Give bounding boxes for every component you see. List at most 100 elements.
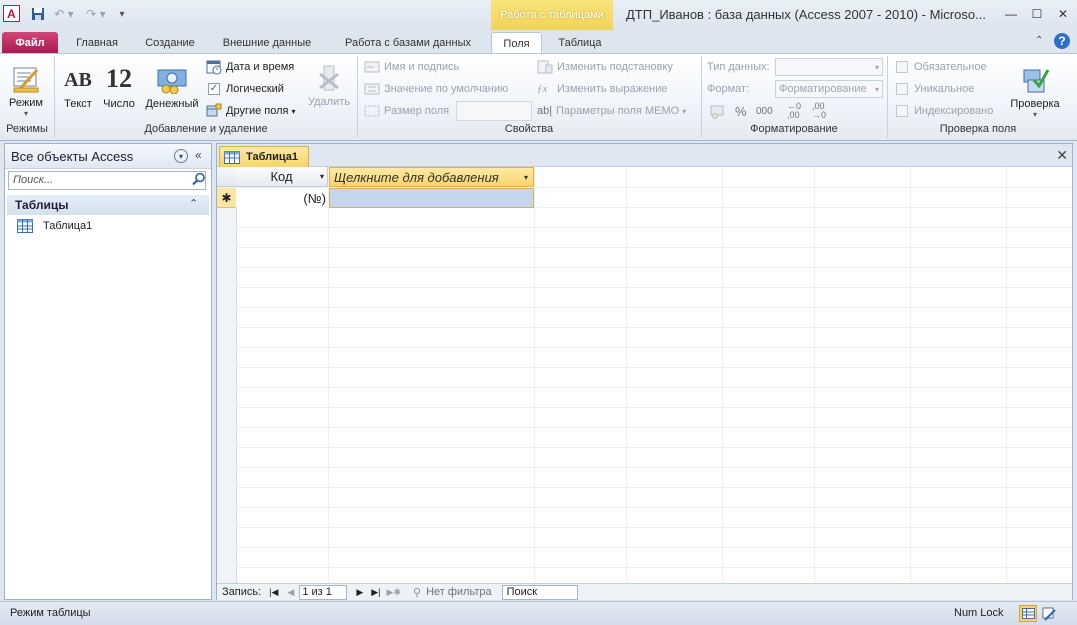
checkbox-icon — [896, 105, 908, 117]
grid-line — [217, 247, 1072, 248]
format-combo[interactable]: Форматирование ▾ — [775, 80, 883, 98]
new-record-add-cell[interactable] — [329, 188, 534, 208]
first-record-icon[interactable]: |◀ — [269, 587, 278, 598]
window-title: ДТП_Иванов : база данных (Access 2007 - … — [626, 7, 986, 22]
tab-file[interactable]: Файл — [2, 32, 58, 54]
table-icon — [17, 219, 33, 233]
datasheet-view-icon[interactable] — [1019, 605, 1037, 622]
field-size-label: Размер поля — [384, 105, 450, 117]
chevron-down-icon[interactable]: ▾ — [524, 173, 528, 182]
nav-section-tables[interactable]: Таблицы — [7, 195, 209, 215]
data-type-combo[interactable]: ▾ — [775, 58, 883, 76]
ribbon-minimize-icon[interactable]: ⌃ — [1035, 35, 1043, 46]
collapse-section-icon[interactable]: ⌃ — [189, 197, 198, 210]
add-currency-field-button[interactable]: Денежный — [140, 56, 204, 110]
design-view-icon[interactable] — [1041, 606, 1057, 622]
unique-checkbox[interactable]: Уникальное — [896, 79, 974, 99]
thousands-format-button[interactable]: 000 — [756, 101, 773, 121]
fx-icon: ƒx — [537, 83, 548, 95]
add-text-field-button[interactable]: AB Текст — [60, 60, 96, 110]
name-caption-button[interactable]: Имя и подпись — [364, 57, 459, 77]
grid-line — [217, 387, 1072, 388]
chevron-down-icon: ▾ — [682, 106, 687, 116]
text-field-label: Текст — [64, 98, 92, 110]
grid-line — [217, 487, 1072, 488]
column-header-id[interactable]: Код ▾ — [236, 167, 328, 187]
collapse-pane-icon[interactable]: « — [195, 148, 202, 162]
increase-decimals-icon[interactable]: ←0,00 — [787, 101, 801, 121]
column-header-add-field[interactable]: Щелкните для добавления ▾ — [329, 167, 534, 187]
grid-line — [217, 347, 1072, 348]
tab-create[interactable]: Создание — [136, 32, 204, 54]
add-logical-field-button[interactable]: ✓ Логический — [208, 79, 284, 99]
validation-group-label: Проверка поля — [939, 123, 1017, 135]
default-value-button[interactable]: Значение по умолчанию — [364, 79, 508, 99]
close-button[interactable]: ✕ — [1052, 6, 1074, 22]
change-lookup-button[interactable]: Изменить подстановку — [537, 57, 673, 77]
grid-line — [626, 167, 627, 583]
currency-format-button[interactable] — [709, 101, 729, 121]
tab-table[interactable]: Таблица — [548, 32, 612, 54]
access-app-icon[interactable]: A — [3, 5, 20, 22]
required-checkbox[interactable]: Обязательное — [896, 57, 987, 77]
search-icon[interactable] — [192, 172, 208, 188]
no-filter-icon[interactable]: ⚲ — [413, 586, 421, 599]
new-record-selector[interactable]: ✱ — [217, 188, 236, 208]
default-value-icon — [364, 83, 380, 95]
datasheet[interactable]: Код ▾ Щелкните для добавления ▾ ✱ (№) — [217, 167, 1072, 583]
grid-line — [217, 267, 1072, 268]
group-divider — [701, 56, 702, 138]
chevron-down-icon: ▾ — [874, 84, 879, 94]
group-divider — [54, 56, 55, 138]
undo-icon[interactable]: ↶ ▾ — [52, 6, 76, 22]
field-size-input[interactable] — [456, 101, 532, 121]
grid-line — [814, 167, 815, 583]
more-fields-button[interactable]: Другие поля ▾ — [206, 101, 296, 121]
add-datetime-field-button[interactable]: Дата и время — [206, 57, 294, 77]
decrease-decimals-icon[interactable]: ,00 →0 — [812, 101, 826, 121]
select-all-corner[interactable] — [217, 167, 236, 187]
record-label: Запись: — [222, 586, 262, 598]
last-record-icon[interactable]: ▶| — [371, 587, 380, 598]
chevron-down-icon: ▾ — [1032, 110, 1037, 119]
add-number-field-button[interactable]: 12 Число — [100, 58, 138, 110]
memo-settings-button[interactable]: ab| Параметры поля MEMO ▾ — [537, 101, 686, 121]
qat-customize-icon[interactable]: ▾ — [116, 6, 128, 22]
delete-field-button[interactable]: Удалить — [306, 58, 352, 108]
text-field-icon: AB — [64, 69, 92, 91]
document-window: Таблица1 ✕ Код ▾ Щелкните для добавления… — [216, 143, 1073, 600]
save-icon[interactable] — [30, 6, 46, 22]
prev-record-icon[interactable]: ◀ — [287, 587, 294, 598]
nav-item-table1[interactable]: Таблица1 — [17, 217, 92, 235]
field-size-icon — [364, 105, 380, 117]
filter-status[interactable]: Нет фильтра — [426, 586, 492, 598]
redo-icon[interactable]: ↷ ▾ — [84, 6, 108, 22]
status-bar: Режим таблицы Num Lock — [0, 601, 1077, 625]
indexed-checkbox[interactable]: Индексировано — [896, 101, 993, 121]
percent-format-button[interactable]: % — [735, 101, 747, 121]
record-search-input[interactable]: Поиск — [501, 584, 578, 600]
change-expression-button[interactable]: ƒx Изменить выражение — [537, 79, 667, 99]
formatting-group-label: Форматирование — [750, 123, 838, 135]
next-record-icon[interactable]: ▶ — [356, 587, 363, 598]
new-record-id-cell[interactable]: (№) — [236, 188, 328, 208]
tab-external-data[interactable]: Внешние данные — [212, 32, 322, 54]
nav-search-input[interactable]: Поиск... — [8, 171, 206, 190]
validation-button[interactable]: Проверка ▾ — [1006, 57, 1064, 119]
change-expression-label: Изменить выражение — [557, 83, 668, 95]
maximize-button[interactable]: ☐ — [1026, 6, 1048, 22]
chevron-down-icon[interactable]: ▾ — [320, 172, 324, 181]
more-fields-icon — [206, 103, 222, 117]
view-mode-button[interactable]: Режим ▾ — [4, 58, 48, 118]
tab-home[interactable]: Главная — [66, 32, 128, 54]
tab-database-tools[interactable]: Работа с базами данных — [332, 32, 484, 54]
nav-menu-icon[interactable]: ▾ — [174, 149, 188, 163]
record-position-input[interactable]: 1 из 1 — [299, 584, 348, 600]
data-type-label: Тип данных: — [707, 61, 770, 73]
tab-fields[interactable]: Поля — [491, 32, 542, 54]
document-tab-table1[interactable]: Таблица1 — [219, 146, 309, 167]
close-document-icon[interactable]: ✕ — [1056, 147, 1068, 164]
minimize-button[interactable]: — — [1000, 6, 1022, 22]
help-icon[interactable]: ? — [1054, 33, 1070, 49]
new-record-nav-icon[interactable]: ▶✱ — [387, 587, 401, 598]
